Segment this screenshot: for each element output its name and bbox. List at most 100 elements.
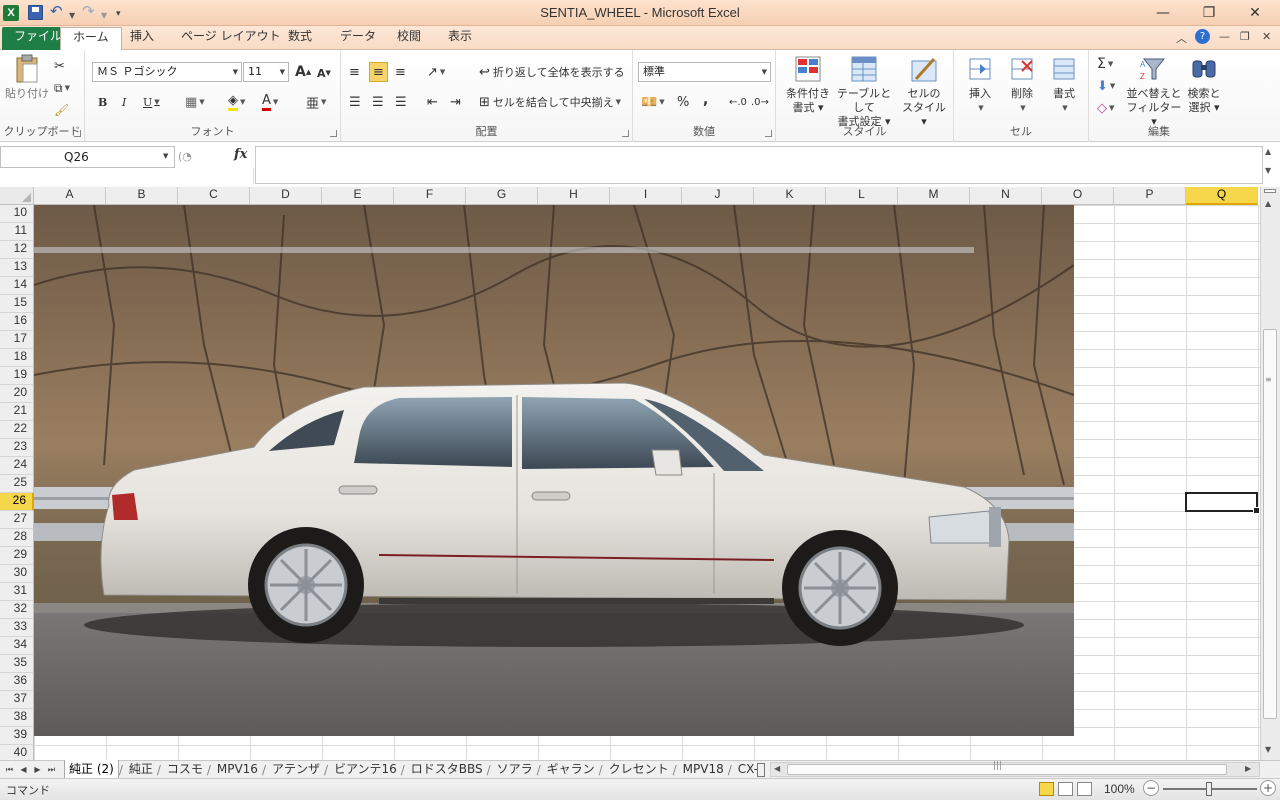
autosum-button[interactable]: Σ ▼ [1097, 54, 1113, 74]
sheet-tab[interactable]: ロドスタBBS [407, 760, 487, 779]
row-header-18[interactable]: 18 [0, 349, 34, 367]
zoom-in-icon[interactable]: + [1260, 780, 1276, 796]
sheet-tab[interactable]: ビアンテ16 [330, 760, 401, 779]
page-break-view-icon[interactable] [1077, 782, 1092, 796]
tab-insert[interactable]: 挿入 [118, 27, 166, 50]
tab-view[interactable]: 表示 [436, 27, 484, 50]
paste-button[interactable]: 貼り付け [4, 54, 50, 101]
row-header-39[interactable]: 39 [0, 727, 34, 745]
column-header-j[interactable]: J [682, 187, 754, 205]
name-box-dropdown-icon[interactable]: ▼ [163, 152, 168, 160]
borders-button[interactable]: ▦ ▼ [185, 92, 205, 112]
tab-data[interactable]: データ [328, 27, 388, 50]
tab-review[interactable]: 校閲 [385, 27, 433, 50]
cell-styles-button[interactable]: セルの スタイル ▾ [898, 54, 950, 129]
scroll-left-icon[interactable]: ◀ [774, 764, 780, 773]
sort-filter-button[interactable]: AZ 並べ替えと フィルター ▾ [1125, 54, 1183, 129]
cut-icon[interactable]: ✂ [54, 56, 65, 76]
column-header-k[interactable]: K [754, 187, 826, 205]
comma-button[interactable]: , [703, 90, 708, 110]
column-header-d[interactable]: D [250, 187, 322, 205]
tab-page-layout[interactable]: ページ レイアウト [169, 27, 293, 50]
phonetic-button[interactable]: 亜 ▼ [306, 92, 326, 112]
insert-cells-button[interactable]: 挿入 ▼ [960, 54, 1000, 115]
prev-sheet-icon[interactable]: ◀ [18, 762, 29, 777]
last-sheet-icon[interactable]: ⏭ [46, 762, 57, 777]
row-header-13[interactable]: 13 [0, 259, 34, 277]
zoom-out-icon[interactable]: − [1143, 780, 1159, 796]
row-header-15[interactable]: 15 [0, 295, 34, 313]
row-header-16[interactable]: 16 [0, 313, 34, 331]
workbook-restore-icon[interactable]: ❐ [1240, 30, 1250, 43]
sheet-tab[interactable]: アテンザ [268, 760, 324, 779]
column-header-l[interactable]: L [826, 187, 898, 205]
vertical-scrollbar[interactable]: ▲ ≡ ▼ [1260, 187, 1280, 760]
tab-formulas[interactable]: 数式 [276, 27, 324, 50]
font-name-select[interactable]: ＭＳ Ｐゴシック ▼ [92, 62, 242, 82]
column-header-i[interactable]: I [610, 187, 682, 205]
column-header-f[interactable]: F [394, 187, 466, 205]
format-painter-icon[interactable]: 🖌 [54, 100, 69, 120]
align-top-icon[interactable]: ≡ [349, 62, 360, 82]
split-box-icon[interactable] [1264, 189, 1276, 193]
find-select-button[interactable]: 検索と 選択 ▾ [1183, 54, 1225, 115]
decrease-indent-icon[interactable]: ⇤ [427, 92, 438, 112]
row-header-35[interactable]: 35 [0, 655, 34, 673]
help-icon[interactable]: ? [1195, 29, 1210, 44]
font-launcher-icon[interactable] [330, 130, 337, 137]
grow-font-button[interactable]: A ▲ [295, 62, 311, 82]
copy-icon[interactable]: ⧉ ▼ [54, 78, 70, 98]
row-header-19[interactable]: 19 [0, 367, 34, 385]
scroll-up-icon[interactable]: ▲ [1265, 199, 1271, 208]
tab-split-handle-icon[interactable] [757, 763, 765, 777]
increase-indent-icon[interactable]: ⇥ [450, 92, 461, 112]
workbook-close-icon[interactable]: ✕ [1262, 30, 1271, 43]
column-header-g[interactable]: G [466, 187, 538, 205]
column-header-h[interactable]: H [538, 187, 610, 205]
ribbon-minimize-icon[interactable]: ︿ [1176, 30, 1187, 46]
align-middle-icon[interactable]: ≡ [369, 62, 388, 82]
row-header-14[interactable]: 14 [0, 277, 34, 295]
row-header-22[interactable]: 22 [0, 421, 34, 439]
sheet-tab[interactable]: MPV16 [213, 760, 262, 779]
currency-icon[interactable]: 💴 ▼ [641, 92, 665, 112]
sheet-tab[interactable]: クレセント [605, 760, 673, 779]
sheet-tab[interactable]: ギャラン [543, 760, 599, 779]
align-bottom-icon[interactable]: ≡ [395, 62, 406, 82]
row-header-31[interactable]: 31 [0, 583, 34, 601]
delete-cells-button[interactable]: 削除 ▼ [1002, 54, 1042, 115]
row-header-24[interactable]: 24 [0, 457, 34, 475]
first-sheet-icon[interactable]: ⏮ [4, 762, 15, 777]
restore-button[interactable]: ❐ [1186, 0, 1232, 26]
format-as-table-button[interactable]: テーブルとして 書式設定 ▾ [832, 54, 896, 129]
horizontal-scroll-thumb[interactable] [787, 764, 1227, 775]
select-all-corner[interactable] [0, 187, 34, 205]
zoom-level[interactable]: 100% [1104, 782, 1135, 796]
orientation-icon[interactable]: ↗ ▼ [427, 62, 445, 82]
format-cells-button[interactable]: 書式 ▼ [1044, 54, 1084, 115]
active-cell-q26[interactable] [1185, 492, 1260, 514]
row-header-29[interactable]: 29 [0, 547, 34, 565]
conditional-format-button[interactable]: 条件付き 書式 ▾ [780, 54, 836, 115]
row-header-25[interactable]: 25 [0, 475, 34, 493]
sheet-tab[interactable]: MPV18 [679, 760, 728, 779]
percent-button[interactable]: % [677, 92, 689, 112]
row-header-12[interactable]: 12 [0, 241, 34, 259]
row-header-32[interactable]: 32 [0, 601, 34, 619]
tab-home[interactable]: ホーム [60, 27, 122, 51]
row-header-36[interactable]: 36 [0, 673, 34, 691]
alignment-launcher-icon[interactable] [622, 130, 629, 137]
number-format-select[interactable]: 標準 ▼ [638, 62, 771, 82]
formula-input[interactable] [255, 146, 1263, 184]
merge-center-button[interactable]: ⊞ セルを結合して中央揃え ▼ [479, 92, 621, 112]
row-header-26[interactable]: 26 [0, 493, 34, 511]
row-header-30[interactable]: 30 [0, 565, 34, 583]
scroll-right-icon[interactable]: ▶ [1245, 764, 1251, 773]
row-header-23[interactable]: 23 [0, 439, 34, 457]
bold-button[interactable]: B [98, 92, 107, 112]
scroll-down-icon[interactable]: ▼ [1265, 745, 1271, 754]
align-center-icon[interactable]: ☰ [372, 92, 384, 112]
clipboard-launcher-icon[interactable] [74, 130, 81, 137]
insert-function-icon[interactable]: fx [234, 147, 247, 162]
italic-button[interactable]: I [122, 92, 126, 112]
